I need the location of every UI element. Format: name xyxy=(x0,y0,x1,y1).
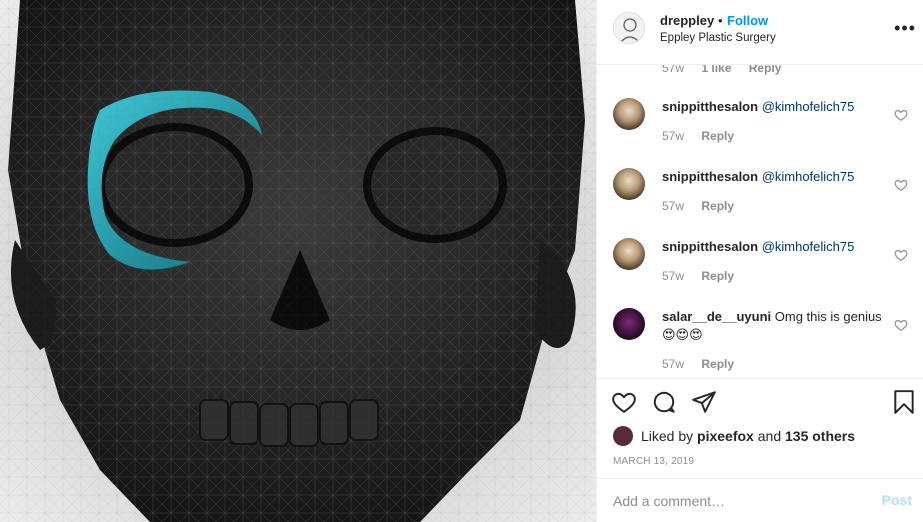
comment-username[interactable]: snippitthesalon xyxy=(662,99,758,114)
skull-illustration xyxy=(0,0,596,522)
separator-dot: • xyxy=(718,13,723,28)
post-actions: Liked by pixeefox and 135 others MARCH 1… xyxy=(597,378,923,522)
reply-button[interactable]: Reply xyxy=(701,357,734,371)
likes-prefix: Liked by xyxy=(641,428,694,444)
reply-button[interactable]: Reply xyxy=(701,199,734,213)
likes-others[interactable]: 135 others xyxy=(785,428,855,444)
comment-time: 57w xyxy=(662,269,685,283)
comment-meta: 57w Reply xyxy=(662,199,734,213)
post-sidebar: 57w 1 like Reply snippitthesalon @kimhof… xyxy=(596,0,923,522)
share-icon[interactable] xyxy=(691,389,717,415)
bookmark-icon[interactable] xyxy=(891,389,917,415)
heart-icon[interactable] xyxy=(894,318,908,332)
liked-by-user[interactable]: pixeefox xyxy=(697,428,754,444)
avatar[interactable] xyxy=(613,426,633,446)
comment-text: snippitthesalon @kimhofelich75 xyxy=(662,98,882,116)
profile-sketch-icon xyxy=(619,18,641,43)
likes-conj: and xyxy=(757,428,782,444)
more-horizontal-icon[interactable]: ••• xyxy=(894,18,916,39)
post-header: dreppley • Follow Eppley Plastic Surgery… xyxy=(597,0,923,65)
post-date[interactable]: MARCH 13, 2019 xyxy=(613,456,694,467)
heart-icon[interactable] xyxy=(894,108,908,122)
likes-summary: Liked by pixeefox and 135 others xyxy=(613,426,855,446)
comment-input[interactable] xyxy=(613,491,863,511)
comment-meta: 57w Reply xyxy=(662,357,734,371)
avatar[interactable] xyxy=(613,308,645,340)
comment-username[interactable]: salar__de__uyuni xyxy=(662,309,771,324)
comment-time: 57w xyxy=(662,357,685,371)
comment-mention[interactable]: @kimhofelich75 xyxy=(762,99,855,114)
comment-username[interactable]: snippitthesalon xyxy=(662,239,758,254)
post-username[interactable]: dreppley xyxy=(660,13,714,28)
reply-button[interactable]: Reply xyxy=(701,129,734,143)
heart-icon[interactable] xyxy=(894,178,908,192)
comment-text: salar__de__uyuni Omg this is genius 😍😍😍 xyxy=(662,308,882,344)
post-location[interactable]: Eppley Plastic Surgery xyxy=(660,32,776,44)
add-comment-bar: Post xyxy=(597,478,923,522)
avatar[interactable] xyxy=(613,238,645,270)
comment-time: 57w xyxy=(662,199,685,213)
post-image[interactable] xyxy=(0,0,596,522)
comment-mention[interactable]: @kimhofelich75 xyxy=(762,169,855,184)
comment-text: snippitthesalon @kimhofelich75 xyxy=(662,238,882,256)
comment-time: 57w xyxy=(662,129,685,143)
follow-button[interactable]: Follow xyxy=(727,13,768,28)
reply-button[interactable]: Reply xyxy=(701,269,734,283)
comment-meta: 57w Reply xyxy=(662,129,734,143)
avatar[interactable] xyxy=(613,168,645,200)
heart-icon[interactable] xyxy=(611,389,637,415)
comment-text: snippitthesalon @kimhofelich75 xyxy=(662,168,882,186)
heart-icon[interactable] xyxy=(894,248,908,262)
comment-icon[interactable] xyxy=(651,389,677,415)
comment-meta: 57w Reply xyxy=(662,269,734,283)
avatar[interactable] xyxy=(613,12,645,44)
comment-mention[interactable]: @kimhofelich75 xyxy=(762,239,855,254)
post-comment-button[interactable]: Post xyxy=(882,492,912,508)
comment-username[interactable]: snippitthesalon xyxy=(662,169,758,184)
avatar[interactable] xyxy=(613,98,645,130)
